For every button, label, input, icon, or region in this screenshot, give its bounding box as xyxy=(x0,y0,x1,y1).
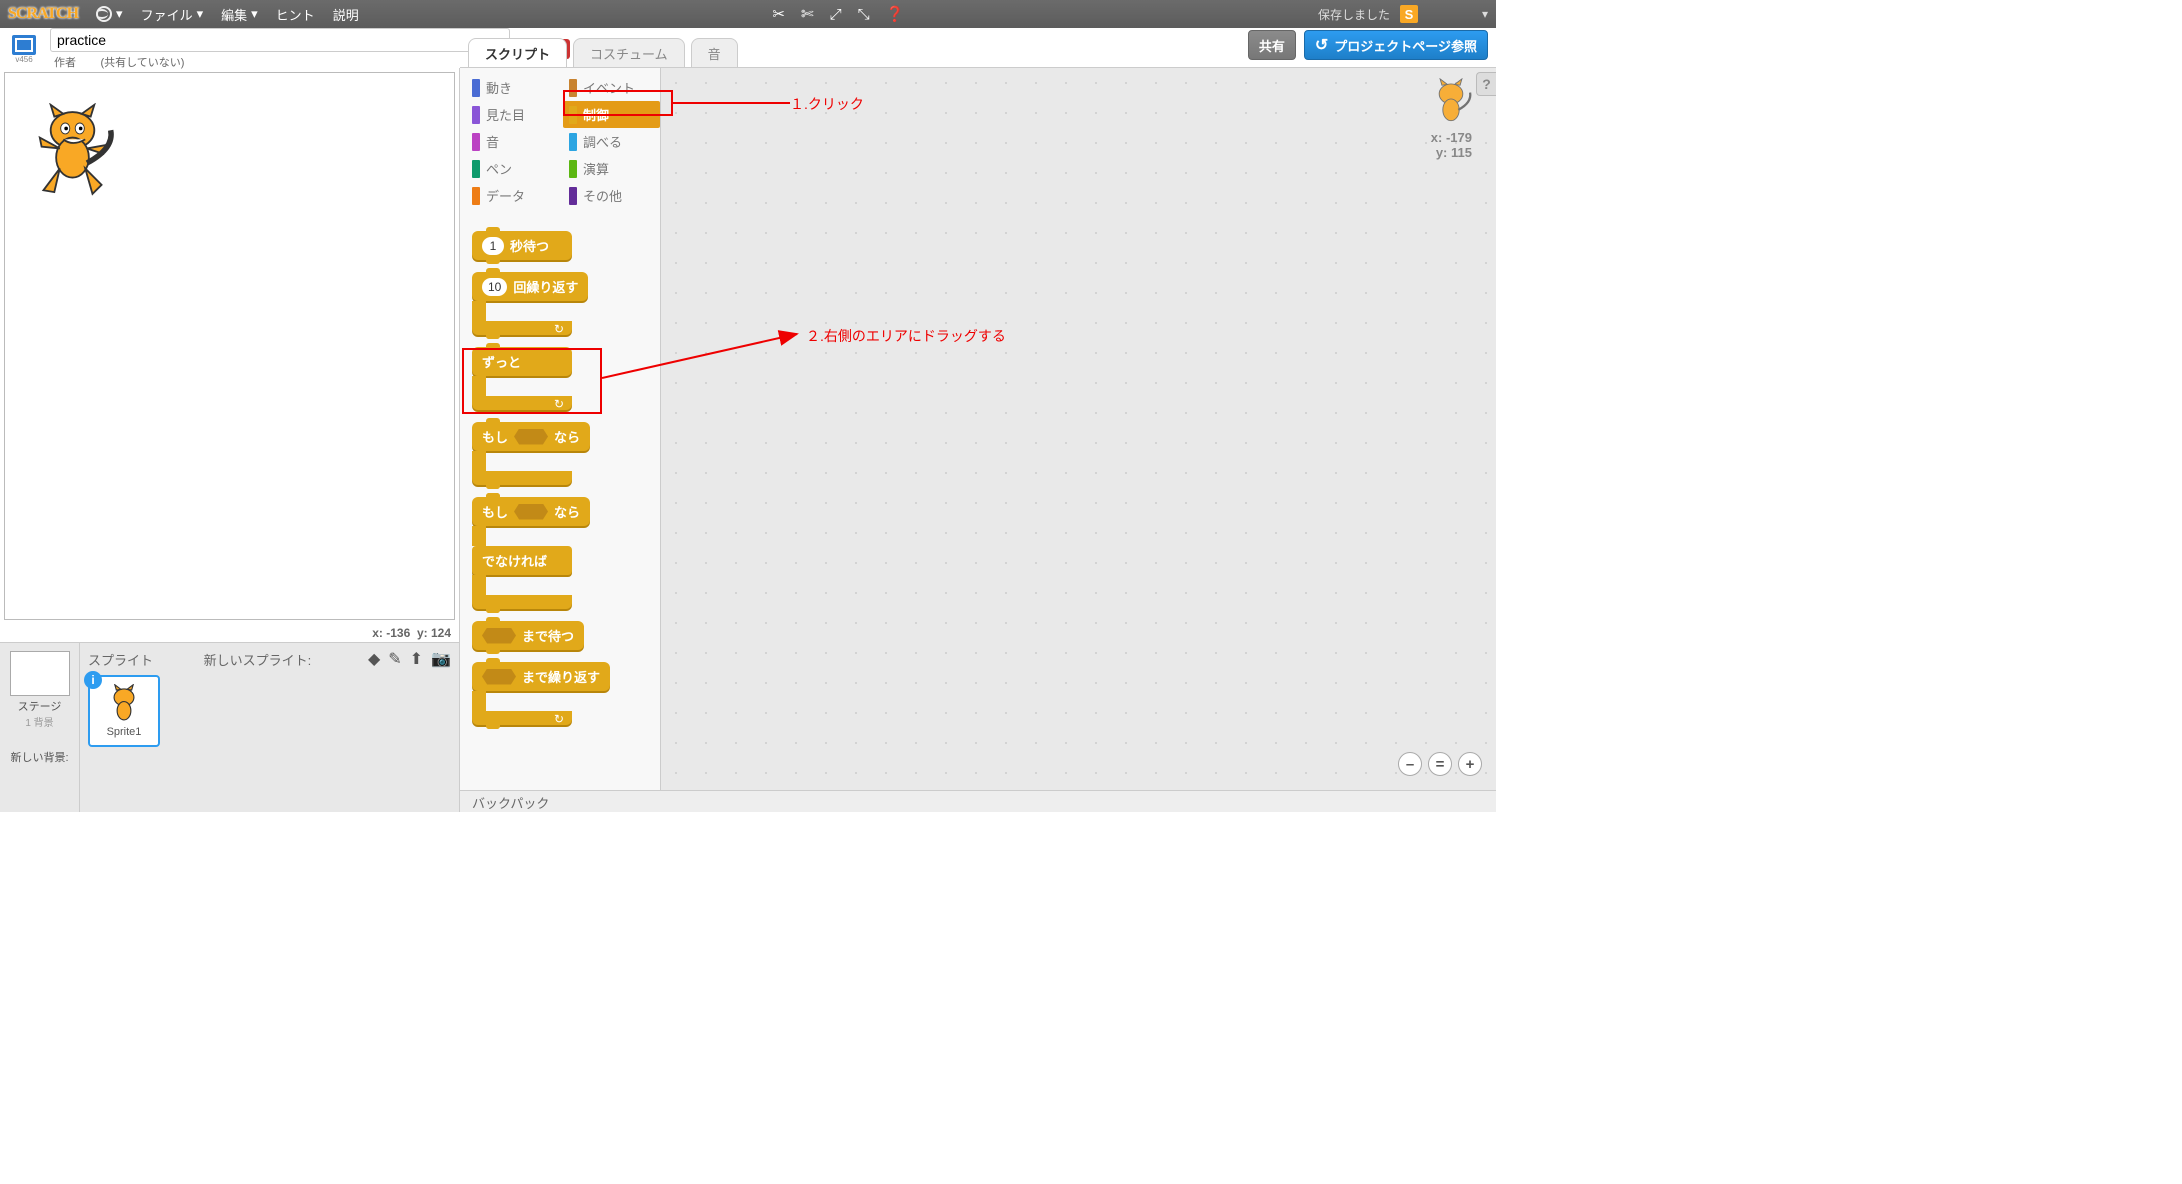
zoom-reset-button[interactable]: = xyxy=(1428,752,1452,776)
backpack-panel[interactable]: バックパック xyxy=(460,790,1496,812)
shrink-icon[interactable]: ⤡ xyxy=(858,6,870,23)
stamp-icon[interactable]: ✂ xyxy=(772,5,785,23)
user-avatar[interactable]: S xyxy=(1400,5,1418,23)
block-wait-until[interactable]: まで待つ xyxy=(472,621,670,650)
category-sound[interactable]: 音 xyxy=(466,128,563,155)
block-forever[interactable]: ずっと ↻ xyxy=(472,347,670,410)
share-button[interactable]: 共有 xyxy=(1248,30,1296,60)
stage-mouse-coords: x: -136 y: 124 xyxy=(0,624,459,642)
tab-sounds[interactable]: 音 xyxy=(691,38,738,67)
loop-arrow-icon: ↻ xyxy=(554,322,564,336)
language-menu[interactable]: ▾ xyxy=(96,6,123,22)
help-button[interactable]: ? xyxy=(1476,72,1496,96)
stage-label: ステージ xyxy=(6,698,73,714)
block-repeat-n[interactable]: 10回繰り返す ↻ xyxy=(472,272,670,335)
category-looks[interactable]: 見た目 xyxy=(466,101,563,128)
category-pen[interactable]: ペン xyxy=(466,155,563,182)
script-area[interactable]: ? x: -179 y: 115 – = + xyxy=(660,68,1496,790)
block-wait-secs[interactable]: 1秒待つ xyxy=(472,231,670,260)
loop-arrow-icon: ↻ xyxy=(554,397,564,411)
sprite-library-icon[interactable]: ◆ xyxy=(368,649,380,669)
sprites-label: スプライト xyxy=(88,650,153,669)
stage-sprite-cat[interactable] xyxy=(25,103,120,203)
category-data[interactable]: データ xyxy=(466,182,563,209)
condition-slot[interactable] xyxy=(514,429,548,445)
fullscreen-toggle[interactable]: v456 xyxy=(6,33,42,65)
category-motion[interactable]: 動き xyxy=(466,74,563,101)
camera-sprite-icon[interactable]: 📷 xyxy=(431,649,451,669)
category-events[interactable]: イベント xyxy=(563,74,660,101)
block-repeat-until[interactable]: まで繰り返す ↻ xyxy=(472,662,670,725)
block-palette: 1秒待つ 10回繰り返す ↻ ずっと ↻ xyxy=(466,223,676,745)
block-if-then-else[interactable]: もしなら でなければ xyxy=(472,497,670,609)
loop-arrow-icon: ↻ xyxy=(554,712,564,726)
main-area: x: -136 y: 124 ステージ 1 背景 新しい背景: スプライト 新し… xyxy=(0,68,1496,812)
category-control[interactable]: 制御 xyxy=(563,101,660,128)
repeat-value[interactable]: 10 xyxy=(482,278,507,296)
about-menu[interactable]: 説明 xyxy=(333,5,359,24)
top-menu-bar: SCRATCH ▾ ファイル ▾ 編集 ▾ ヒント 説明 ✂ ✄ ⤢ ⤡ ❓ 保… xyxy=(0,0,1496,28)
scratch-logo: SCRATCH xyxy=(8,5,78,23)
upload-sprite-icon[interactable]: ⬆ xyxy=(410,649,423,669)
tab-costumes[interactable]: コスチューム xyxy=(573,38,685,67)
edit-menu[interactable]: 編集 ▾ xyxy=(221,5,258,24)
backdrop-count: 1 背景 xyxy=(6,714,73,729)
category-sensing[interactable]: 調べる xyxy=(563,128,660,155)
zoom-out-button[interactable]: – xyxy=(1398,752,1422,776)
hints-menu[interactable]: ヒント xyxy=(276,5,315,24)
cut-icon[interactable]: ✄ xyxy=(801,5,814,23)
category-operators[interactable]: 演算 xyxy=(563,155,660,182)
category-more[interactable]: その他 xyxy=(563,182,660,209)
left-column: x: -136 y: 124 ステージ 1 背景 新しい背景: スプライト 新し… xyxy=(0,68,460,812)
right-column: 共有 ↺ プロジェクトページ参照 スクリプト コスチューム 音 動き イベント … xyxy=(460,68,1496,812)
sprite-coords: x: -179 y: 115 xyxy=(1431,130,1472,160)
sprite-info-icon[interactable]: i xyxy=(84,671,102,689)
stage[interactable] xyxy=(4,72,455,620)
user-menu[interactable]: ▾ xyxy=(1428,7,1488,21)
saved-label: 保存しました xyxy=(1318,6,1390,23)
sprite-panel: ステージ 1 背景 新しい背景: スプライト 新しいスプライト: ◆ ✎ ⬆ 📷… xyxy=(0,642,459,812)
wait-value[interactable]: 1 xyxy=(482,237,504,255)
help-icon[interactable]: ❓ xyxy=(886,5,905,23)
grow-icon[interactable]: ⤢ xyxy=(830,6,842,23)
new-backdrop-label: 新しい背景: xyxy=(6,747,73,767)
sprite-thumbnail-icon xyxy=(1426,78,1476,128)
condition-slot[interactable] xyxy=(482,669,516,685)
condition-slot[interactable] xyxy=(514,504,548,520)
globe-icon xyxy=(96,6,112,22)
block-categories: 動き イベント 見た目 制御 音 調べる ペン 演算 データ その他 1 xyxy=(460,68,660,790)
zoom-in-button[interactable]: + xyxy=(1458,752,1482,776)
reload-icon: ↺ xyxy=(1315,35,1328,55)
project-name-input[interactable] xyxy=(50,28,510,52)
sprite-thumbnail-sprite1[interactable]: i Sprite1 xyxy=(88,675,160,747)
file-menu[interactable]: ファイル ▾ xyxy=(141,5,204,24)
condition-slot[interactable] xyxy=(482,628,516,644)
stage-thumbnail[interactable] xyxy=(10,651,70,696)
paint-sprite-icon[interactable]: ✎ xyxy=(388,649,401,669)
zoom-controls: – = + xyxy=(1398,752,1482,776)
new-sprite-label: 新しいスプライト: xyxy=(204,650,312,669)
block-if-then[interactable]: もしなら xyxy=(472,422,670,485)
tab-scripts[interactable]: スクリプト xyxy=(468,38,567,67)
project-page-button[interactable]: ↺ プロジェクトページ参照 xyxy=(1304,30,1488,60)
